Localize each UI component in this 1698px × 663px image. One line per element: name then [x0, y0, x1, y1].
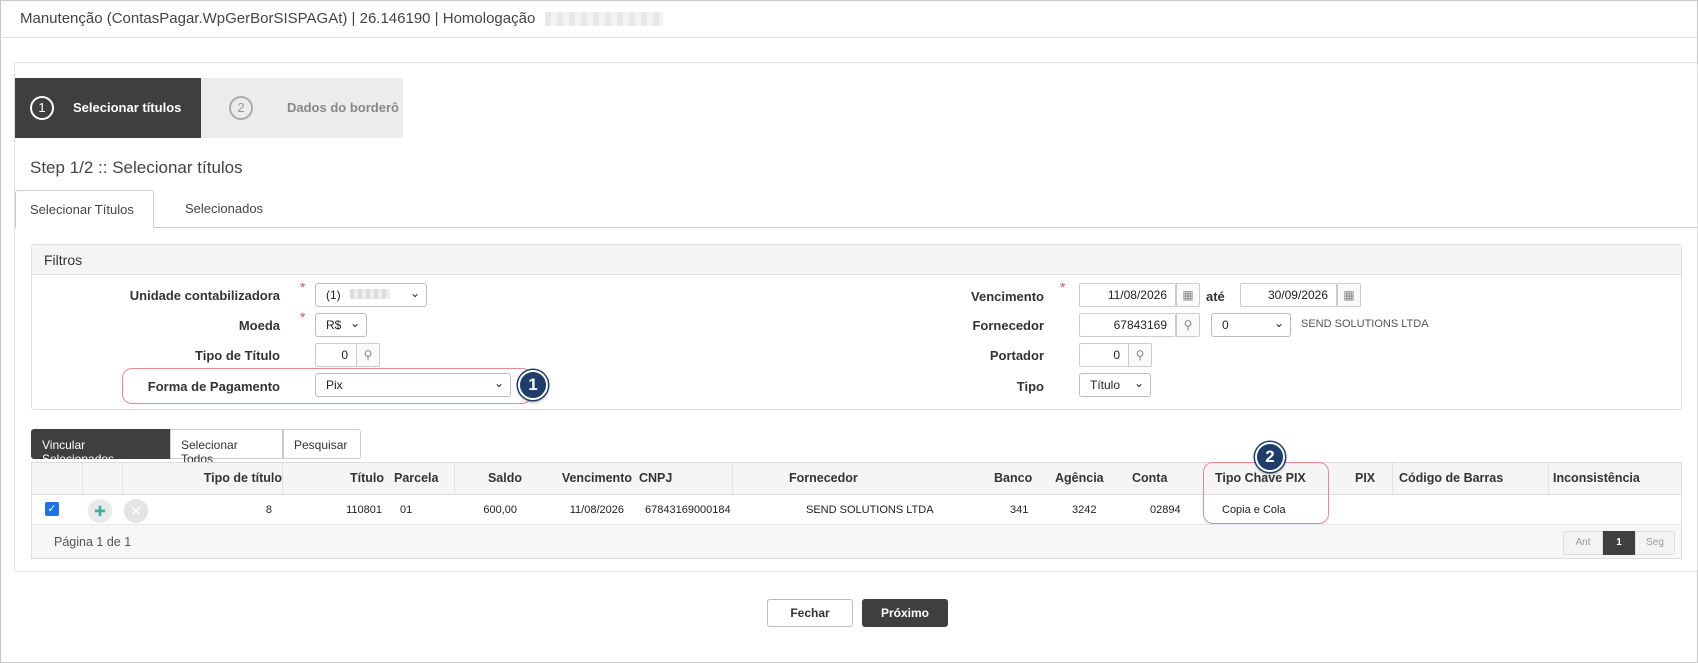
- fornecedor-name: SEND SOLUTIONS LTDA: [1301, 318, 1429, 330]
- col-inconsistencia[interactable]: Inconsistência: [1553, 471, 1640, 485]
- col-tipo-titulo[interactable]: Tipo de título: [202, 471, 282, 485]
- tipo-titulo-input[interactable]: 0: [315, 343, 357, 367]
- unidade-value: (1): [326, 288, 341, 302]
- tab-selecionar-titulos[interactable]: Selecionar Títulos: [15, 190, 154, 228]
- tipo-select[interactable]: Título ⌄: [1079, 373, 1151, 397]
- remove-icon[interactable]: ✕: [124, 499, 148, 523]
- portador-label: Portador: [989, 348, 1044, 363]
- tipo-value: Título: [1090, 378, 1121, 392]
- fornecedor-branch-select[interactable]: 0 ⌄: [1211, 313, 1291, 337]
- step-label: Selecionar títulos: [73, 100, 182, 115]
- pesquisar-button[interactable]: Pesquisar: [283, 429, 361, 459]
- add-icon[interactable]: ✚: [88, 499, 112, 523]
- cell-titulo: 110801: [346, 504, 382, 516]
- wizard-step-1[interactable]: 1 Selecionar títulos: [15, 78, 215, 138]
- col-banco[interactable]: Banco: [994, 471, 1032, 485]
- tipo-titulo-label: Tipo de Título: [195, 348, 280, 363]
- chevron-down-icon: ⌄: [493, 376, 504, 390]
- grid-header: Tipo de título Título Parcela Saldo Venc…: [32, 463, 1681, 495]
- pagination-text: Página 1 de 1: [54, 535, 132, 549]
- fornecedor-branch-value: 0: [1222, 318, 1229, 332]
- moeda-select[interactable]: R$ ⌄: [315, 313, 367, 337]
- forma-pagamento-label: Forma de Pagamento: [147, 379, 280, 394]
- cell-vencimento: 11/08/2026: [569, 504, 624, 516]
- proximo-button[interactable]: Próximo: [862, 599, 948, 627]
- col-parcela[interactable]: Parcela: [394, 471, 438, 485]
- required-marker: *: [1060, 279, 1066, 295]
- cell-cnpj: 67843169000184: [645, 504, 731, 516]
- chevron-down-icon: ⌄: [349, 316, 360, 330]
- pagination-next-button[interactable]: Seg: [1635, 531, 1675, 555]
- step-number: 2: [229, 96, 253, 120]
- required-marker: *: [300, 279, 306, 295]
- forma-pagamento-value: Pix: [326, 378, 343, 392]
- vencimento-from-input[interactable]: 11/08/2026: [1079, 283, 1176, 307]
- col-saldo[interactable]: Saldo: [462, 471, 522, 485]
- cell-tipo-titulo: 8: [265, 504, 272, 516]
- chevron-down-icon: ⌄: [1273, 316, 1284, 330]
- window-title: Manutenção (ContasPagar.WpGerBorSISPAGAt…: [20, 10, 536, 27]
- cell-saldo: 600,00: [483, 504, 517, 516]
- chevron-down-icon: ⌄: [1133, 376, 1144, 390]
- selecionar-todos-button[interactable]: Selecionar Todos: [170, 429, 283, 466]
- redacted-text: [350, 289, 391, 299]
- table-row[interactable]: ✓ ✚ ✕ 8 110801 01 600,00 11/08/2026 6784…: [32, 495, 1681, 525]
- search-icon[interactable]: ⚲: [1128, 343, 1152, 367]
- col-agencia[interactable]: Agência: [1055, 471, 1104, 485]
- required-marker: *: [300, 309, 306, 325]
- moeda-label: Moeda: [238, 318, 280, 333]
- wizard-steps: 1 Selecionar títulos 2 Dados do borderô: [15, 78, 403, 138]
- forma-pagamento-select[interactable]: Pix ⌄: [315, 373, 511, 397]
- col-titulo[interactable]: Título: [322, 471, 384, 485]
- wizard-step-2[interactable]: 2 Dados do borderô: [201, 78, 403, 138]
- tab-bar: Selecionar Títulos Selecionados: [15, 190, 1698, 228]
- fechar-button[interactable]: Fechar: [767, 599, 853, 627]
- titles-grid: Tipo de título Título Parcela Saldo Venc…: [31, 462, 1682, 559]
- portador-input[interactable]: 0: [1079, 343, 1129, 367]
- vencimento-to-label: até: [1206, 289, 1225, 304]
- pagination-prev-button[interactable]: Ant: [1563, 531, 1603, 555]
- col-pix[interactable]: PIX: [1355, 471, 1375, 485]
- chevron-down-icon: ⌄: [409, 286, 420, 300]
- search-icon[interactable]: ⚲: [356, 343, 380, 367]
- step-number: 1: [30, 96, 54, 120]
- grid-pagination: Página 1 de 1 Ant 1 Seg: [32, 525, 1681, 558]
- fornecedor-code-input[interactable]: 67843169: [1079, 313, 1176, 337]
- calendar-icon[interactable]: ▦: [1176, 283, 1200, 307]
- window-titlebar: Manutenção (ContasPagar.WpGerBorSISPAGAt…: [0, 0, 1698, 38]
- calendar-icon[interactable]: ▦: [1337, 283, 1361, 307]
- vencimento-to-input[interactable]: 30/09/2026: [1240, 283, 1337, 307]
- step-title: Step 1/2 :: Selecionar títulos: [30, 158, 243, 177]
- cell-banco: 341: [1010, 504, 1029, 516]
- col-conta[interactable]: Conta: [1132, 471, 1167, 485]
- pagination-page-1[interactable]: 1: [1603, 531, 1635, 555]
- redacted-text: [545, 12, 664, 27]
- moeda-value: R$: [326, 318, 342, 332]
- step-label: Dados do borderô: [287, 100, 399, 115]
- col-cnpj[interactable]: CNPJ: [639, 471, 672, 485]
- tab-selecionados[interactable]: Selecionados: [171, 190, 277, 228]
- cell-fornecedor: SEND SOLUTIONS LTDA: [806, 504, 934, 516]
- vincular-selecionados-button[interactable]: Vincular Selecionados: [31, 429, 170, 466]
- unidade-select[interactable]: (1) ⌄: [315, 283, 427, 307]
- tipo-label: Tipo: [1016, 379, 1044, 394]
- fornecedor-label: Fornecedor: [972, 318, 1044, 333]
- row-checkbox[interactable]: ✓: [45, 502, 59, 516]
- callout-marker-1: 1: [518, 370, 548, 400]
- cell-conta: 02894: [1150, 504, 1181, 516]
- filters-header: Filtros: [32, 245, 1681, 275]
- col-codigo-barras[interactable]: Código de Barras: [1399, 471, 1503, 485]
- unidade-label: Unidade contabilizadora: [129, 288, 280, 303]
- col-vencimento[interactable]: Vencimento: [552, 471, 632, 485]
- cell-agencia: 3242: [1072, 504, 1097, 516]
- cell-parcela: 01: [400, 504, 413, 516]
- col-fornecedor[interactable]: Fornecedor: [789, 471, 858, 485]
- search-icon[interactable]: ⚲: [1176, 313, 1200, 337]
- vencimento-label: Vencimento: [971, 289, 1044, 304]
- callout-marker-2: 2: [1255, 442, 1285, 472]
